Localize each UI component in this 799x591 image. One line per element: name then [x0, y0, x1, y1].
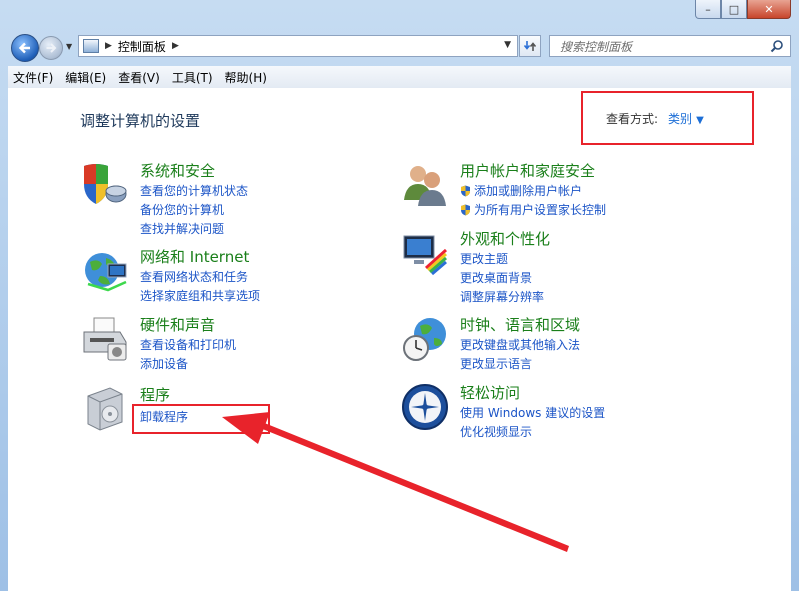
navigation-bar: ▼ ▶ 控制面板 ▶ ▼ [0, 30, 799, 64]
menu-view[interactable]: 查看(V) [113, 69, 165, 86]
address-bar[interactable]: ▶ 控制面板 ▶ ▼ [78, 35, 518, 57]
breadcrumb-separator-icon[interactable]: ▶ [172, 41, 179, 51]
title-bar: – □ ✕ [0, 0, 799, 30]
maximize-button[interactable]: □ [721, 0, 747, 19]
forward-arrow-icon [46, 43, 57, 53]
back-button[interactable] [11, 34, 39, 62]
menu-tools[interactable]: 工具(T) [167, 69, 218, 86]
recent-pages-dropdown[interactable]: ▼ [66, 42, 72, 51]
back-arrow-icon [18, 42, 30, 54]
search-input[interactable] [558, 37, 762, 57]
search-box[interactable] [549, 35, 791, 57]
menu-file[interactable]: 文件(F) [8, 69, 58, 86]
breadcrumb-separator-icon[interactable]: ▶ [105, 41, 112, 51]
refresh-button[interactable] [519, 35, 541, 57]
window-controls: – □ ✕ [695, 0, 791, 20]
menu-bar: 文件(F) 编辑(E) 查看(V) 工具(T) 帮助(H) [8, 66, 791, 89]
search-icon[interactable] [770, 39, 784, 53]
close-button[interactable]: ✕ [747, 0, 791, 19]
menu-help[interactable]: 帮助(H) [220, 69, 272, 86]
minimize-button[interactable]: – [695, 0, 721, 19]
window-frame: – □ ✕ ▼ ▶ 控制面板 ▶ ▼ 文件(F) 编辑(E) 查看(V) [0, 0, 799, 591]
refresh-icon [523, 41, 537, 51]
breadcrumb-control-panel[interactable]: 控制面板 [118, 38, 166, 55]
menu-edit[interactable]: 编辑(E) [60, 69, 111, 86]
content-pane: 调整计算机的设置 查看方式: 类别 ▼ 系统和安全 查看您的计算机状态 备份您的计算… [8, 88, 791, 591]
control-panel-icon [83, 39, 99, 53]
address-dropdown-icon[interactable]: ▼ [504, 40, 511, 50]
annotation-arrow-icon [222, 412, 569, 552]
forward-button[interactable] [39, 36, 63, 60]
